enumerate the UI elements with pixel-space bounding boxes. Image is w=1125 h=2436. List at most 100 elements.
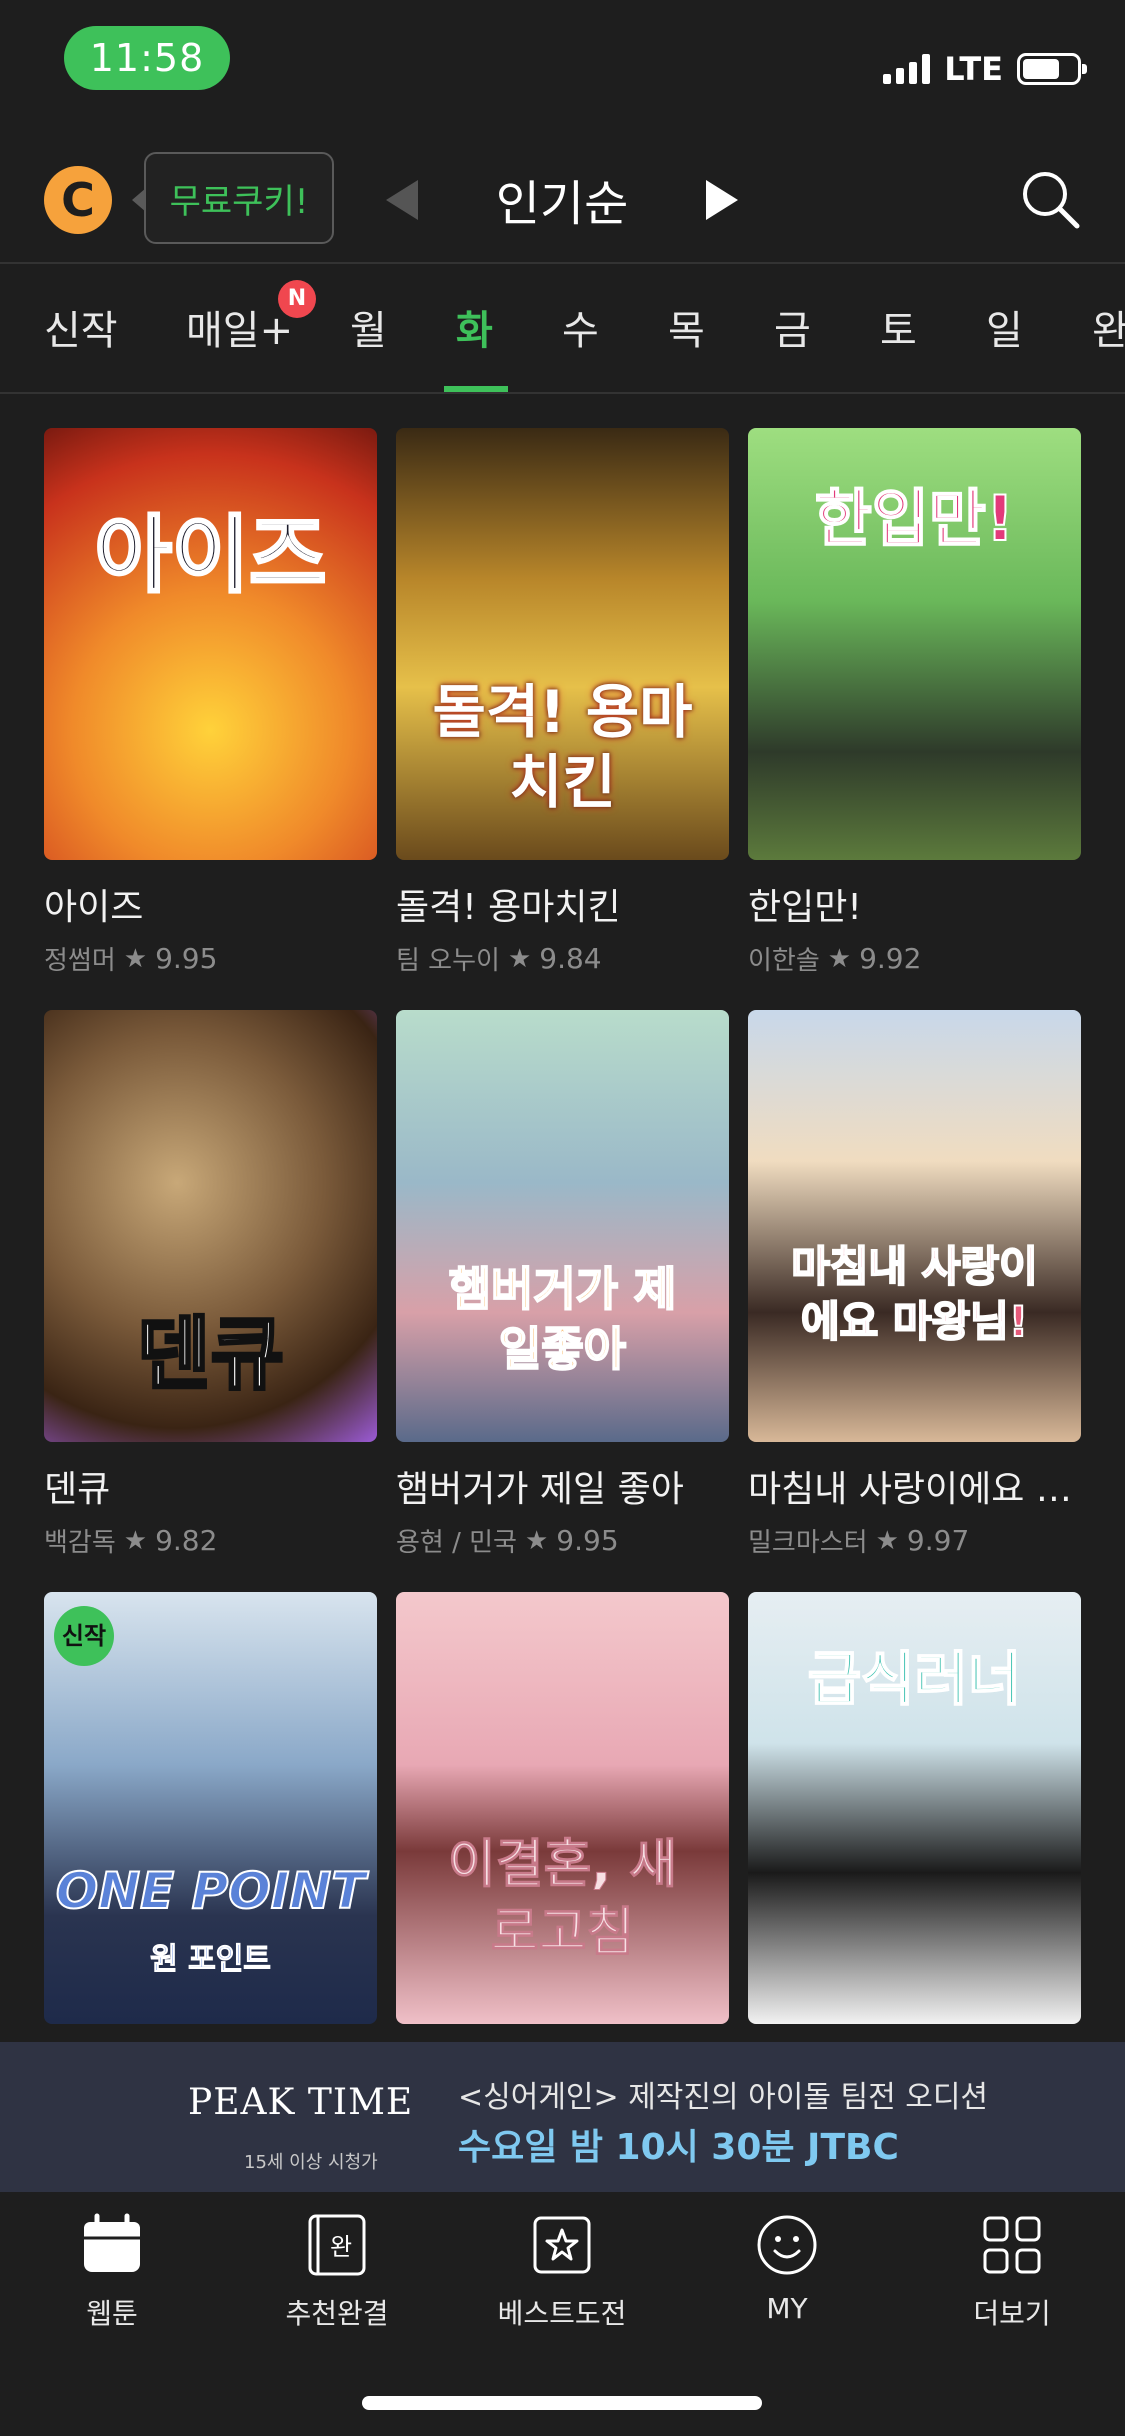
webtoon-card[interactable]: 아이즈 아이즈 정썸머 ★ 9.95	[44, 428, 377, 977]
calendar-icon	[84, 2213, 140, 2272]
star-icon: ★	[875, 1525, 899, 1556]
webtoon-title[interactable]: 햄버거가 제일 좋아	[396, 1460, 729, 1512]
webtoon-author: 이한솔	[748, 946, 820, 976]
nav-recommended-completed[interactable]: 완 추천완결	[237, 2212, 437, 2332]
webtoon-meta: 정썸머 ★ 9.95	[44, 940, 377, 977]
tab-new[interactable]: 신작	[44, 298, 118, 356]
webtoon-meta: 이한솔 ★ 9.92	[748, 940, 1081, 977]
sort-next-icon[interactable]	[706, 180, 738, 220]
ad-logo: PEAK TIME	[188, 2082, 414, 2123]
status-bar: 11:58 LTE	[0, 0, 1125, 130]
tab-sun[interactable]: 일	[986, 298, 1023, 356]
sort-prev-icon[interactable]	[386, 180, 418, 220]
cover-title: 한입만!	[814, 481, 1015, 556]
webtoon-card[interactable]: 이결혼, 새로고침	[396, 1592, 729, 2024]
webtoon-thumbnail[interactable]: 마침내 사랑이에요 마왕님!	[748, 1010, 1081, 1442]
webtoon-thumbnail[interactable]: 햄버거가 제일좋아	[396, 1010, 729, 1442]
nav-label: 더보기	[973, 2297, 1051, 2330]
webtoon-title[interactable]: 돌격! 용마치킨	[396, 878, 729, 930]
search-icon[interactable]	[1019, 168, 1081, 230]
battery-icon	[1017, 53, 1087, 85]
webtoon-title[interactable]: 아이즈	[44, 878, 377, 930]
cover-title: 이결혼, 새로고침	[447, 1834, 678, 1963]
cover-subtitle: 원 포인트	[150, 1942, 272, 1978]
webtoon-title[interactable]: 덴큐	[44, 1460, 377, 1512]
tab-completed[interactable]: 완	[1092, 298, 1125, 356]
nav-more[interactable]: 더보기	[912, 2212, 1112, 2332]
webtoon-title[interactable]: 한입만!	[748, 878, 1081, 930]
webtoon-card[interactable]: 마침내 사랑이에요 마왕님! 마침내 사랑이에요 마왕님! 밀크마스터 ★ 9.…	[748, 1010, 1081, 1559]
webtoon-thumbnail[interactable]: 돌격! 용마치킨	[396, 428, 729, 860]
tab-tue[interactable]: 화	[456, 298, 493, 356]
tab-daily-plus[interactable]: 매일+	[186, 298, 293, 356]
webtoon-thumbnail[interactable]: 아이즈	[44, 428, 377, 860]
webtoon-rating: 9.95	[556, 1524, 619, 1557]
free-cookie-button[interactable]: 무료쿠키!	[132, 152, 334, 244]
webtoon-card[interactable]: 돌격! 용마치킨 돌격! 용마치킨 팀 오누이 ★ 9.84	[396, 428, 729, 977]
cover-title: 덴큐	[135, 1307, 285, 1403]
ad-schedule: 수요일 밤 10시 30분 JTBC	[458, 2127, 899, 2168]
status-time: 11:58	[64, 26, 230, 90]
webtoon-rating: 9.97	[906, 1524, 970, 1557]
grid-icon	[983, 2216, 1041, 2274]
smile-icon	[757, 2215, 817, 2275]
ad-rating-label: 15세 이상 시청가	[244, 2152, 378, 2173]
webtoon-thumbnail[interactable]: 덴큐	[44, 1010, 377, 1442]
webtoon-rating: 9.84	[539, 942, 602, 975]
new-series-badge: 신작	[54, 1606, 114, 1666]
webtoon-meta: 용현 / 민국 ★ 9.95	[396, 1522, 729, 1559]
webtoon-card[interactable]: 햄버거가 제일좋아 햄버거가 제일 좋아 용현 / 민국 ★ 9.95	[396, 1010, 729, 1559]
tab-wed[interactable]: 수	[562, 298, 599, 356]
tab-mon[interactable]: 월	[350, 298, 387, 356]
tab-thu[interactable]: 목	[668, 298, 705, 356]
webtoon-card[interactable]: 한입만! 한입만! 이한솔 ★ 9.92	[748, 428, 1081, 977]
webtoon-author: 용현 / 민국	[396, 1528, 517, 1558]
new-badge: N	[278, 280, 316, 318]
webtoon-thumbnail[interactable]: 이결혼, 새로고침	[396, 1592, 729, 2024]
nav-label: 추천완결	[285, 2297, 389, 2330]
webtoon-rating: 9.92	[859, 942, 922, 975]
nav-label: 웹툰	[86, 2297, 138, 2330]
tabs-divider	[0, 392, 1125, 394]
sort-label[interactable]: 인기순	[462, 164, 662, 234]
webtoon-title[interactable]: 마침내 사랑이에요 마왕님!	[748, 1460, 1081, 1512]
webtoon-card[interactable]: 급식러너	[748, 1592, 1081, 2024]
tab-sat[interactable]: 토	[880, 298, 917, 356]
status-indicators: LTE	[883, 50, 1087, 88]
cover-title: 돌격! 용마치킨	[432, 678, 693, 816]
webtoon-card[interactable]: 신작 ONE POINT 원 포인트	[44, 1592, 377, 2024]
nav-webtoon[interactable]: 웹툰	[12, 2212, 212, 2332]
webtoon-thumbnail[interactable]: 신작 ONE POINT 원 포인트	[44, 1592, 377, 2024]
star-icon: ★	[123, 1525, 148, 1556]
webtoon-thumbnail[interactable]: 급식러너	[748, 1592, 1081, 2024]
webtoon-thumbnail[interactable]: 한입만!	[748, 428, 1081, 860]
star-icon: ★	[507, 943, 532, 974]
tab-fri[interactable]: 금	[774, 298, 811, 356]
cover-title: 마침내 사랑이에요 마왕님!	[790, 1241, 1038, 1347]
webtoon-meta: 백감독 ★ 9.82	[44, 1522, 377, 1559]
nav-best-challenge[interactable]: 베스트도전	[462, 2212, 662, 2332]
svg-text:완: 완	[330, 2233, 352, 2261]
signal-icon	[883, 54, 931, 84]
cookie-logo-icon[interactable]: C	[44, 166, 112, 234]
webtoon-meta: 밀크마스터 ★ 9.97	[748, 1522, 1081, 1559]
day-tabs: 신작 매일+ N 월 화 수 목 금 토 일 완	[0, 266, 1125, 392]
webtoon-card[interactable]: 덴큐 덴큐 백감독 ★ 9.82	[44, 1010, 377, 1559]
nav-my[interactable]: MY	[687, 2212, 887, 2325]
cover-title: 햄버거가 제일좋아	[448, 1261, 678, 1377]
webtoon-author: 팀 오누이	[396, 946, 500, 976]
nav-label: 베스트도전	[497, 2297, 627, 2330]
cover-title: ONE POINT	[55, 1861, 367, 1921]
nav-label: MY	[766, 2292, 808, 2325]
webtoon-author: 백감독	[44, 1528, 116, 1558]
cover-title: 아이즈	[93, 505, 328, 606]
ad-banner[interactable]: PEAK TIME 15세 이상 시청가 <싱어게인> 제작진의 아이돌 팀전 …	[0, 2042, 1125, 2192]
star-icon: ★	[524, 1525, 549, 1556]
webtoon-rating: 9.82	[155, 1524, 218, 1557]
webtoon-author: 밀크마스터	[748, 1528, 868, 1558]
webtoon-author: 정썸머	[44, 946, 116, 976]
top-header: C 무료쿠키! 인기순	[0, 140, 1125, 264]
home-indicator[interactable]	[362, 2396, 762, 2410]
header-divider	[0, 262, 1125, 264]
star-icon: ★	[123, 943, 148, 974]
